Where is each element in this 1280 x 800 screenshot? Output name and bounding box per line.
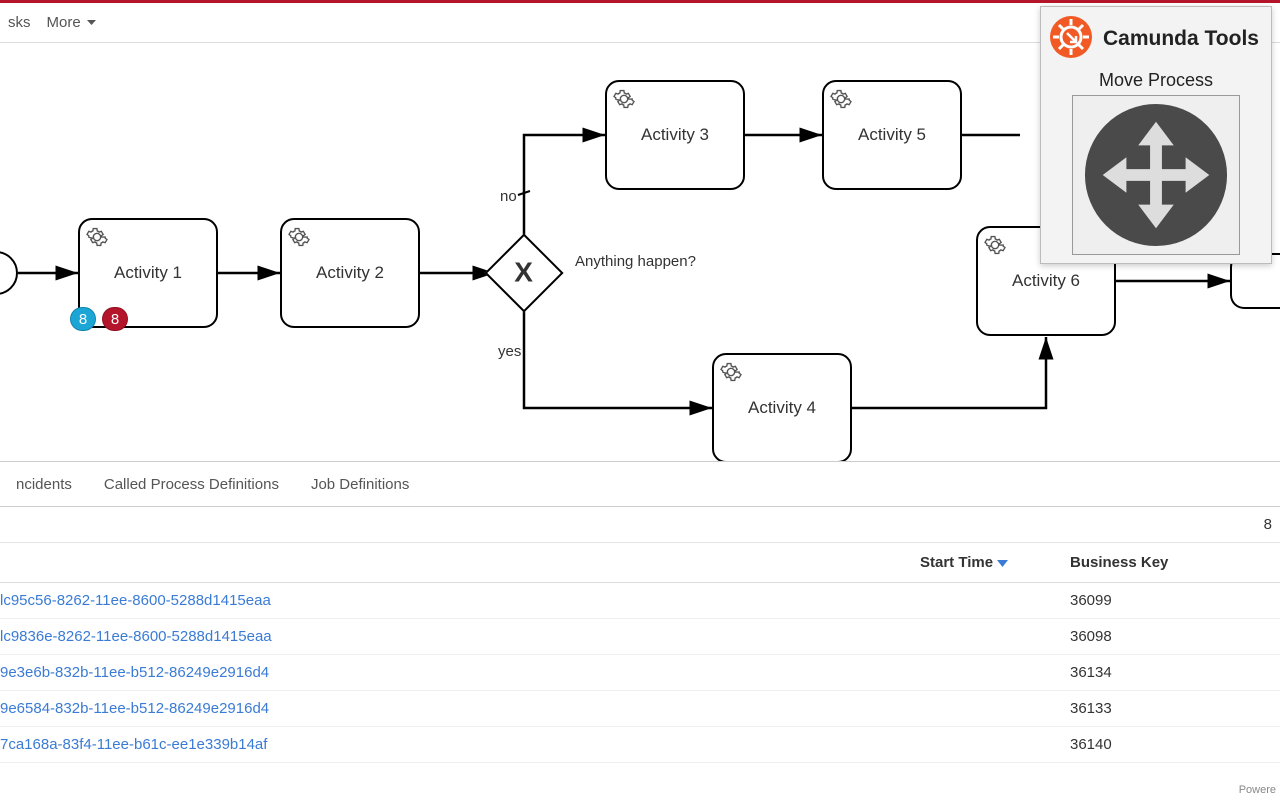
gear-icon (86, 226, 108, 253)
move-process-button[interactable] (1072, 95, 1240, 255)
menu-more-label: More (47, 14, 81, 31)
table-row: 9e6584-832b-11ee-b512-86249e2916d4 36133 (0, 691, 1280, 727)
table-row: lc9836e-8262-11ee-8600-5288d1415eaa 36098 (0, 619, 1280, 655)
instance-count-row: 8 (0, 507, 1280, 543)
table-row: lc95c56-8262-11ee-8600-5288d1415eaa 36099 (0, 583, 1280, 619)
incident-count-badge[interactable]: 8 (102, 307, 128, 331)
table-row: 7ca168a-83f4-11ee-b61c-ee1e339b14af 36140 (0, 727, 1280, 763)
instance-count-badge[interactable]: 8 (70, 307, 96, 331)
instance-id-link[interactable]: 7ca168a-83f4-11ee-b61c-ee1e339b14af (0, 736, 267, 753)
business-key-cell: 36140 (1070, 736, 1280, 753)
gear-icon (288, 226, 310, 253)
gear-icon (613, 88, 635, 115)
menu-more[interactable]: More (39, 14, 104, 31)
tools-panel-title: Camunda Tools (1103, 27, 1259, 51)
task-label: Activity 5 (858, 125, 926, 145)
tab-called-process-definitions[interactable]: Called Process Definitions (88, 476, 295, 493)
task-label: Activity 1 (114, 263, 182, 283)
flow-no-label: no (500, 188, 517, 205)
gear-icon (984, 234, 1006, 261)
tab-incidents[interactable]: ncidents (0, 476, 88, 493)
instance-id-link[interactable]: lc9836e-8262-11ee-8600-5288d1415eaa (0, 628, 272, 645)
bpmn-task-activity1[interactable]: Activity 1 (78, 218, 218, 328)
gateway-label: Anything happen? (575, 253, 696, 270)
chevron-down-icon (87, 20, 96, 26)
table-header: Start Time Business Key (0, 543, 1280, 583)
business-key-cell: 36133 (1070, 700, 1280, 717)
task-label: Activity 6 (1012, 271, 1080, 291)
table-row: 9e3e6b-832b-11ee-b512-86249e2916d4 36134 (0, 655, 1280, 691)
business-key-cell: 36099 (1070, 592, 1280, 609)
bpmn-task-activity3[interactable]: Activity 3 (605, 80, 745, 190)
move-arrows-icon (1082, 101, 1230, 249)
menu-tasks[interactable]: sks (0, 14, 39, 31)
bpmn-task-activity5[interactable]: Activity 5 (822, 80, 962, 190)
tools-panel-subtitle: Move Process (1049, 70, 1263, 91)
bpmn-task-activity2[interactable]: Activity 2 (280, 218, 420, 328)
table-body: lc95c56-8262-11ee-8600-5288d1415eaa 36099… (0, 583, 1280, 763)
gear-icon (720, 361, 742, 388)
camunda-tools-panel[interactable]: Camunda Tools Move Process (1040, 6, 1272, 264)
tabs: ncidents Called Process Definitions Job … (0, 461, 1280, 507)
sort-desc-icon (997, 558, 1008, 568)
business-key-cell: 36098 (1070, 628, 1280, 645)
tab-job-definitions[interactable]: Job Definitions (295, 476, 425, 493)
gear-icon (830, 88, 852, 115)
flow-yes-label: yes (498, 343, 521, 360)
instance-id-link[interactable]: 9e3e6b-832b-11ee-b512-86249e2916d4 (0, 664, 269, 681)
bpmn-task-activity4[interactable]: Activity 4 (712, 353, 852, 461)
business-key-cell: 36134 (1070, 664, 1280, 681)
task-label: Activity 4 (748, 398, 816, 418)
col-header-start-time[interactable]: Start Time (920, 554, 1070, 571)
col-header-business-key[interactable]: Business Key (1070, 554, 1280, 571)
instance-id-link[interactable]: lc95c56-8262-11ee-8600-5288d1415eaa (0, 592, 271, 609)
instance-count: 8 (1264, 516, 1272, 533)
gateway-x-icon: X (514, 257, 533, 289)
footer-text: Powere (1239, 784, 1276, 796)
instance-id-link[interactable]: 9e6584-832b-11ee-b512-86249e2916d4 (0, 700, 269, 717)
task-label: Activity 3 (641, 125, 709, 145)
camunda-logo-icon (1049, 15, 1093, 62)
task-label: Activity 2 (316, 263, 384, 283)
